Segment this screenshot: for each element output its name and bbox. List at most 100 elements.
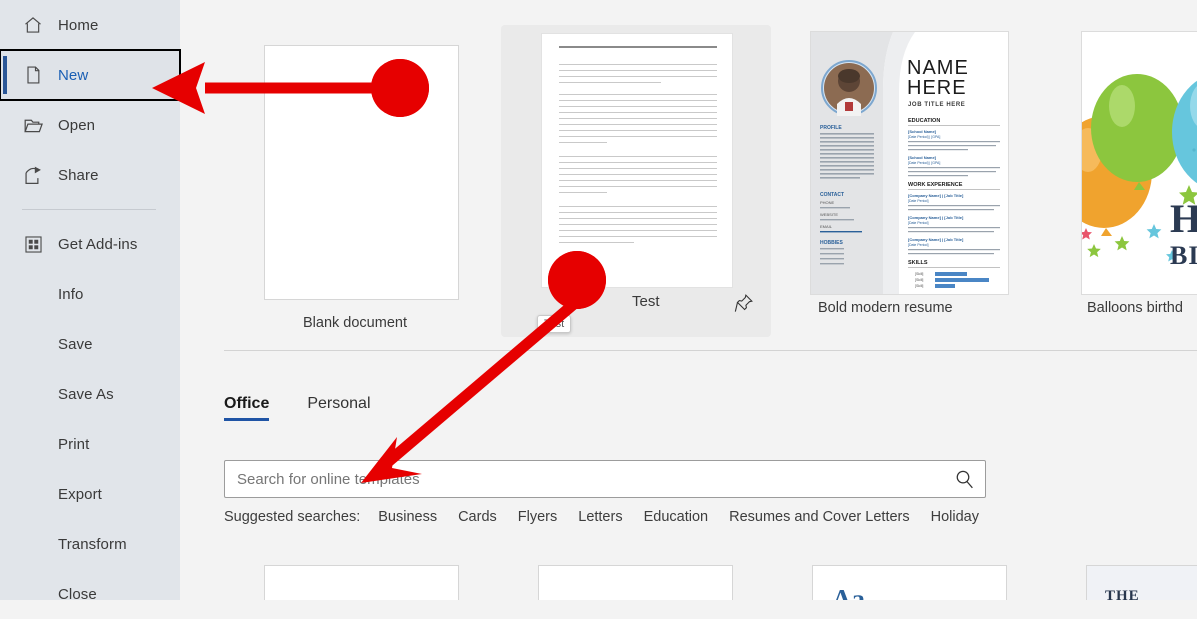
template-card-balloons-birthday[interactable]: HAP BIRTH Balloons birthd xyxy=(1049,25,1197,337)
sidebar-item-label: Home xyxy=(58,16,99,34)
template-card-bottom-4[interactable]: THE xyxy=(1086,565,1197,600)
sidebar-item-label: Get Add-ins xyxy=(58,235,138,253)
resume-thumbnail: PROFILE CONTACT PHONE WEBSITE EMAIL HOBB… xyxy=(810,31,1009,295)
sidebar-item-label: Open xyxy=(58,116,96,134)
suggested-link-cards[interactable]: Cards xyxy=(458,509,497,525)
sidebar-item-open[interactable]: Open xyxy=(0,100,180,150)
svg-text:[Date Period]: [Date Period] xyxy=(908,243,928,247)
suggested-searches: Suggested searches: Business Cards Flyer… xyxy=(224,509,1000,525)
search-templates-box[interactable] xyxy=(224,460,986,498)
template-caption: Blank document xyxy=(303,315,407,331)
sidebar-divider xyxy=(22,209,156,210)
resume-preview-art: PROFILE CONTACT PHONE WEBSITE EMAIL HOBB… xyxy=(811,32,1008,294)
template-caption: Test xyxy=(632,293,660,310)
search-input[interactable] xyxy=(225,470,943,488)
sidebar-item-transform[interactable]: Transform xyxy=(0,519,180,569)
template-card-bottom-1[interactable] xyxy=(264,565,459,600)
suggested-link-education[interactable]: Education xyxy=(644,509,709,525)
template-preview-text: Aa xyxy=(832,584,865,600)
svg-text:[Skill]: [Skill] xyxy=(915,272,923,276)
sidebar: Home New Open Share Get Add-ins Info Sav… xyxy=(0,0,181,603)
svg-text:[Date Period] | [GPA]: [Date Period] | [GPA] xyxy=(908,135,940,139)
sidebar-item-info[interactable]: Info xyxy=(0,269,180,319)
new-document-pane: Blank document Test Test PROFILE CONTACT… xyxy=(180,0,1197,600)
svg-text:[Skill]: [Skill] xyxy=(915,278,923,282)
suggested-link-flyers[interactable]: Flyers xyxy=(518,509,557,525)
template-preview-text: THE xyxy=(1105,588,1140,600)
template-card-test[interactable]: Test Test xyxy=(501,25,771,337)
sidebar-item-label: Transform xyxy=(58,535,127,553)
svg-text:HAP: HAP xyxy=(1170,196,1197,241)
tab-personal[interactable]: Personal xyxy=(307,395,370,421)
search-icon[interactable] xyxy=(943,461,985,497)
sidebar-item-label: Print xyxy=(58,435,90,453)
svg-text:[School Name]: [School Name] xyxy=(908,129,937,134)
share-icon xyxy=(22,164,44,186)
sidebar-item-label: Save xyxy=(58,335,93,353)
tab-office[interactable]: Office xyxy=(224,395,270,421)
suggested-link-letters[interactable]: Letters xyxy=(578,509,622,525)
svg-text:HOBBIES: HOBBIES xyxy=(820,240,843,246)
sidebar-item-new[interactable]: New xyxy=(0,49,181,101)
svg-text:[Date Period] | [GPA]: [Date Period] | [GPA] xyxy=(908,161,940,165)
recent-templates-row: Blank document Test Test PROFILE CONTACT… xyxy=(180,0,1197,350)
pin-icon[interactable] xyxy=(734,293,754,313)
office-templates-row: Aa THE xyxy=(180,565,1197,600)
suggested-link-resumes-and-cover-letters[interactable]: Resumes and Cover Letters xyxy=(729,509,910,525)
sidebar-item-close[interactable]: Close xyxy=(0,569,180,619)
svg-text:CONTACT: CONTACT xyxy=(820,192,844,198)
template-caption: Balloons birthd xyxy=(1087,300,1183,316)
svg-text:WEBSITE: WEBSITE xyxy=(820,212,838,217)
sidebar-item-label: Export xyxy=(58,485,102,503)
sidebar-item-get-addins[interactable]: Get Add-ins xyxy=(0,219,180,269)
template-caption: Bold modern resume xyxy=(818,300,953,316)
balloons-preview-art: HAP BIRTH xyxy=(1082,32,1197,294)
suggested-link-business[interactable]: Business xyxy=(378,509,437,525)
svg-text:[Company Name] | [Job Title]: [Company Name] | [Job Title] xyxy=(908,193,964,198)
suggested-searches-label: Suggested searches: xyxy=(224,509,361,525)
annotation-badge-2: 2 xyxy=(548,251,606,309)
addins-grid-icon xyxy=(22,233,44,255)
template-source-tabs: Office Personal xyxy=(224,395,371,421)
template-card-bottom-3[interactable]: Aa xyxy=(812,565,1007,600)
sidebar-item-label: Share xyxy=(58,166,99,184)
folder-open-icon xyxy=(22,114,44,136)
new-page-icon xyxy=(22,64,44,86)
svg-text:SKILLS: SKILLS xyxy=(908,260,928,266)
section-divider xyxy=(224,350,1197,351)
template-card-blank-document[interactable]: Blank document xyxy=(223,25,493,337)
sidebar-item-home[interactable]: Home xyxy=(0,0,180,50)
template-card-bold-modern-resume[interactable]: PROFILE CONTACT PHONE WEBSITE EMAIL HOBB… xyxy=(775,25,1045,337)
svg-text:[Date Period]: [Date Period] xyxy=(908,199,928,203)
svg-text:[Skill]: [Skill] xyxy=(915,284,923,288)
svg-text:[Company Name] | [Job Title]: [Company Name] | [Job Title] xyxy=(908,215,964,220)
balloons-birthday-thumbnail: HAP BIRTH xyxy=(1081,31,1197,295)
svg-text:EMAIL: EMAIL xyxy=(820,224,833,229)
test-tooltip: Test xyxy=(537,315,572,333)
svg-text:BIRTH: BIRTH xyxy=(1170,241,1197,270)
svg-text:NAME: NAME xyxy=(907,57,969,79)
sidebar-item-share[interactable]: Share xyxy=(0,150,180,200)
suggested-link-holiday[interactable]: Holiday xyxy=(931,509,979,525)
sidebar-item-print[interactable]: Print xyxy=(0,419,180,469)
sidebar-item-save[interactable]: Save xyxy=(0,319,180,369)
svg-text:[Date Period]: [Date Period] xyxy=(908,221,928,225)
sidebar-item-label: Info xyxy=(58,285,84,303)
sidebar-item-export[interactable]: Export xyxy=(0,469,180,519)
svg-text:JOB TITLE HERE: JOB TITLE HERE xyxy=(908,102,965,108)
svg-text:HERE: HERE xyxy=(907,77,967,99)
blank-document-thumbnail xyxy=(264,45,459,300)
svg-text:PHONE: PHONE xyxy=(820,200,835,205)
svg-text:WORK EXPERIENCE: WORK EXPERIENCE xyxy=(908,182,963,188)
test-document-thumbnail xyxy=(541,33,733,288)
sidebar-item-label: New xyxy=(58,66,89,84)
template-card-bottom-2[interactable] xyxy=(538,565,733,600)
sidebar-item-label: Save As xyxy=(58,385,114,403)
home-icon xyxy=(22,14,44,36)
svg-text:[Company Name] | [Job Title]: [Company Name] | [Job Title] xyxy=(908,237,964,242)
svg-text:[School Name]: [School Name] xyxy=(908,155,937,160)
annotation-badge-1: 1 xyxy=(371,59,429,117)
svg-text:EDUCATION: EDUCATION xyxy=(908,118,940,124)
sidebar-item-save-as[interactable]: Save As xyxy=(0,369,180,419)
svg-text:PROFILE: PROFILE xyxy=(820,125,842,131)
